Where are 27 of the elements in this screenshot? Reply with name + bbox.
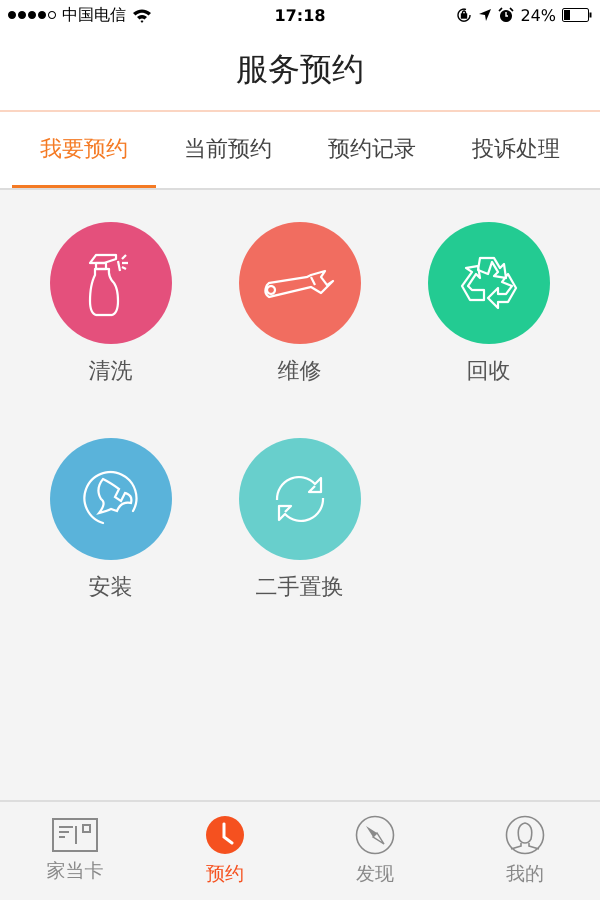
battery-percent: 24% xyxy=(520,6,556,24)
alarm-icon xyxy=(498,7,514,23)
user-icon xyxy=(505,815,545,855)
tab-bar-item[interactable]: 我的 xyxy=(450,802,600,900)
tab[interactable]: 我要预约 xyxy=(12,112,156,188)
carrier-name: 中国电信 xyxy=(62,4,126,26)
signal-icon xyxy=(8,11,56,19)
tab[interactable]: 预约记录 xyxy=(300,112,444,188)
tab-bar-item[interactable]: 预约 xyxy=(150,802,300,900)
page-title: 服务预约 xyxy=(236,49,364,90)
service-label: 安装 xyxy=(88,574,132,602)
service-label: 维修 xyxy=(278,358,322,386)
tab-bar-item[interactable]: 发现 xyxy=(300,802,450,900)
card-icon xyxy=(52,818,98,852)
clock-time: 17:18 xyxy=(274,6,326,24)
battery-icon xyxy=(562,8,592,22)
tab[interactable]: 当前预约 xyxy=(156,112,300,188)
clock-icon xyxy=(205,815,245,855)
service-label: 回收 xyxy=(466,358,510,386)
wifi-icon xyxy=(132,8,152,22)
compass-icon xyxy=(355,815,395,855)
service-label: 二手置换 xyxy=(256,574,344,602)
service-label: 清洗 xyxy=(88,358,132,386)
tab-bar-item[interactable]: 家当卡 xyxy=(0,802,150,900)
location-arrow-icon xyxy=(478,8,492,22)
rotation-lock-icon xyxy=(456,7,472,23)
tab[interactable]: 投诉处理 xyxy=(444,112,588,188)
